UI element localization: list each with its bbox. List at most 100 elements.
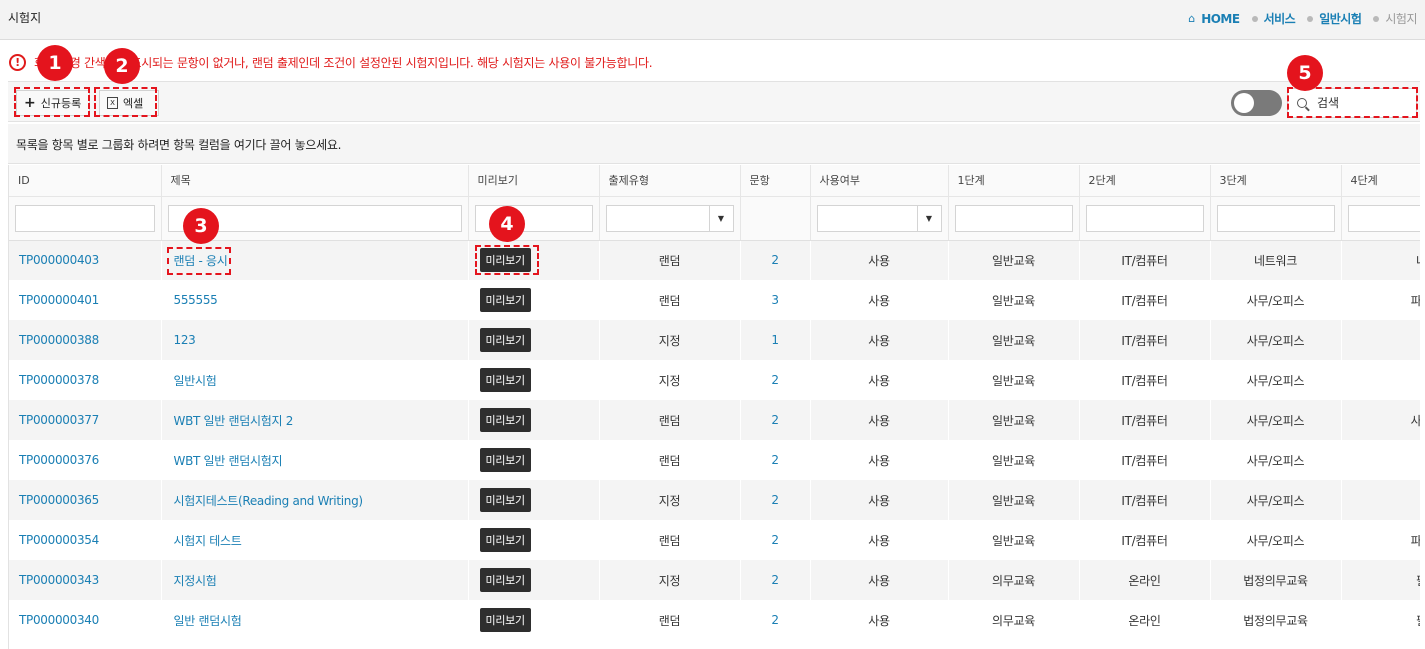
cell-id-link: TP000000403 — [9, 240, 161, 280]
column-header-preview[interactable]: 미리보기 — [468, 165, 600, 197]
row-preview-button[interactable]: 미리보기 — [479, 328, 531, 352]
cell-level4: EXCEL — [1341, 360, 1420, 400]
row-title-link[interactable]: 시험지테스트(Reading and Writing) — [174, 494, 364, 508]
row-title-link[interactable]: 지정시험 — [174, 574, 217, 588]
table-row[interactable]: TP000000377 WBT 일반 랜덤시험지 2 미리보기 랜덤 2 사용 일반교육 IT… — [9, 400, 1420, 440]
filter-use-select[interactable]: ▼ — [816, 204, 942, 232]
row-id-link[interactable]: TP000000365 — [19, 493, 99, 507]
filter-level1-input[interactable] — [954, 204, 1073, 232]
row-count-link[interactable]: 2 — [771, 453, 779, 467]
cell-level4: EXCEL — [1341, 440, 1420, 480]
table-row[interactable]: TP000000388 123 미리보기 지정 1 사용 일반교육 IT/컴퓨터 사무/오피스 E… — [9, 320, 1420, 360]
row-count-link[interactable]: 2 — [771, 253, 779, 267]
row-type: 지정 — [658, 493, 681, 508]
excel-export-button[interactable]: X 엑셀 — [99, 90, 159, 116]
row-id-link[interactable]: TP000000340 — [19, 613, 99, 627]
row-count-link[interactable]: 2 — [771, 413, 779, 427]
cell-type: 지정 — [599, 480, 740, 520]
table-row[interactable]: TP000000376 WBT 일반 랜덤시험지 미리보기 랜덤 2 사용 일반교육 IT/컴… — [9, 440, 1420, 480]
row-preview-button[interactable]: 미리보기 — [479, 528, 531, 552]
row-id-link[interactable]: TP000000401 — [19, 293, 99, 307]
row-preview-button[interactable]: 미리보기 — [479, 408, 531, 432]
row-title-link[interactable]: WBT 일반 랜덤시험지 2 — [174, 414, 294, 428]
row-count-link[interactable]: 2 — [771, 493, 779, 507]
toggle-knob — [1234, 93, 1254, 113]
search-input[interactable] — [1317, 96, 1407, 110]
breadcrumb-current: 시험지 — [1385, 12, 1417, 26]
filter-level3-input[interactable] — [1216, 204, 1335, 232]
row-level4: 필수교육 — [1416, 574, 1420, 588]
row-id-link[interactable]: TP000000377 — [19, 413, 99, 427]
table-row[interactable]: TP000000354 시험지 테스트 미리보기 랜덤 2 사용 일반교육 IT/컴퓨터 사무/… — [9, 520, 1420, 560]
row-count-link[interactable]: 2 — [771, 533, 779, 547]
row-count-link[interactable]: 3 — [771, 293, 779, 307]
top-bar: 시험지 ⌂ HOME 서비스 일반시험 시험지 — [0, 0, 1425, 40]
row-id-link[interactable]: TP000000376 — [19, 453, 99, 467]
row-title-link[interactable]: 랜덤 - 응시 — [174, 254, 228, 268]
column-header-id[interactable]: ID — [9, 165, 162, 197]
column-header-title[interactable]: 제목 — [161, 165, 469, 197]
row-title-link[interactable]: 시험지 테스트 — [174, 534, 242, 548]
cell-count-link: 2 — [740, 560, 810, 600]
table-row[interactable]: TP000000378 일반시험 미리보기 지정 2 사용 일반교육 IT/컴퓨터 사무/오피스… — [9, 360, 1420, 400]
row-level1: 일반교육 — [992, 253, 1035, 268]
row-preview-button[interactable]: 미리보기 — [479, 488, 531, 512]
table-row[interactable]: TP000000365 시험지테스트(Reading and Writing) 미리… — [9, 480, 1420, 520]
cell-title-link: WBT 일반 랜덤시험지 — [161, 440, 468, 480]
row-preview-button[interactable]: 미리보기 — [479, 288, 531, 312]
row-preview-button[interactable]: 미리보기 — [479, 448, 531, 472]
search-box[interactable] — [1287, 88, 1417, 118]
filter-id-input[interactable] — [15, 204, 155, 232]
group-drop-area[interactable]: 목록을 항목 별로 그룹화 하려면 항목 컬럼을 여기다 끌어 놓으세요. — [8, 124, 1420, 164]
row-id-link[interactable]: TP000000378 — [19, 373, 99, 387]
row-preview-button[interactable]: 미리보기 — [479, 368, 531, 392]
add-new-button[interactable]: + 신규등록 — [16, 90, 90, 116]
table-row[interactable]: TP000000401 555555 미리보기 랜덤 3 사용 일반교육 IT/컴퓨터 사무/오… — [9, 280, 1420, 320]
cell-count-link: 2 — [740, 520, 810, 560]
row-count-link[interactable]: 2 — [771, 373, 779, 387]
cell-type: 랜덤 — [599, 400, 740, 440]
breadcrumb-home[interactable]: HOME — [1201, 12, 1240, 26]
row-id-link[interactable]: TP000000403 — [19, 253, 99, 267]
row-preview-button[interactable]: 미리보기 — [479, 248, 531, 273]
row-preview-button[interactable]: 미리보기 — [479, 568, 531, 592]
toggle-switch[interactable] — [1231, 90, 1282, 116]
column-header-count[interactable]: 문항 — [740, 165, 811, 197]
cell-count-link: 2 — [740, 360, 810, 400]
filter-type-select[interactable]: ▼ — [605, 204, 734, 232]
breadcrumb-general-exam[interactable]: 일반시험 — [1319, 10, 1362, 27]
column-header-use[interactable]: 사용여부 — [810, 165, 949, 197]
column-header-level1[interactable]: 1단계 — [948, 165, 1080, 197]
row-level3: 사무/오피스 — [1246, 293, 1305, 308]
cell-preview-button: 미리보기 — [468, 440, 599, 480]
column-header-type[interactable]: 출제유형 — [599, 165, 741, 197]
column-header-level2[interactable]: 2단계 — [1079, 165, 1211, 197]
breadcrumb-service[interactable]: 서비스 — [1264, 10, 1296, 27]
table-row[interactable]: TP000000403 랜덤 - 응시 미리보기 랜덤 2 사용 일반교육 IT/컴퓨터 네트워… — [9, 240, 1420, 280]
row-id-link[interactable]: TP000000388 — [19, 333, 99, 347]
table-row[interactable]: TP000000340 일반 랜덤시험 미리보기 랜덤 2 사용 의무교육 온라인 법정의무교육… — [9, 600, 1420, 640]
cell-use: 사용 — [810, 560, 948, 600]
row-id-link[interactable]: TP000000343 — [19, 573, 99, 587]
row-title-link[interactable]: 일반 랜덤시험 — [174, 614, 242, 628]
filter-level4-input[interactable] — [1347, 204, 1420, 232]
table-row[interactable]: TP000000343 지정시험 미리보기 지정 2 사용 의무교육 온라인 법정의무교육 필수교… — [9, 560, 1420, 600]
row-title-link[interactable]: 555555 — [174, 293, 218, 307]
column-header-level3[interactable]: 3단계 — [1210, 165, 1342, 197]
row-id-link[interactable]: TP000000354 — [19, 533, 99, 547]
column-header-level4[interactable]: 4단계 — [1341, 165, 1420, 197]
row-count-link[interactable]: 2 — [771, 613, 779, 627]
cell-level2: IT/컴퓨터 — [1079, 280, 1210, 320]
cell-use: 사용 — [810, 280, 948, 320]
row-title-link[interactable]: 일반시험 — [174, 374, 217, 388]
cell-id-link: TP000000354 — [9, 520, 161, 560]
cell-type: 랜덤 — [599, 440, 740, 480]
row-preview-button[interactable]: 미리보기 — [479, 608, 531, 632]
cell-level2: 온라인 — [1079, 600, 1210, 640]
row-level4: 네트워크 — [1416, 254, 1420, 268]
row-title-link[interactable]: WBT 일반 랜덤시험지 — [174, 454, 283, 468]
row-title-link[interactable]: 123 — [174, 333, 196, 347]
row-count-link[interactable]: 2 — [771, 573, 779, 587]
row-count-link[interactable]: 1 — [771, 333, 779, 347]
filter-level2-input[interactable] — [1085, 204, 1204, 232]
